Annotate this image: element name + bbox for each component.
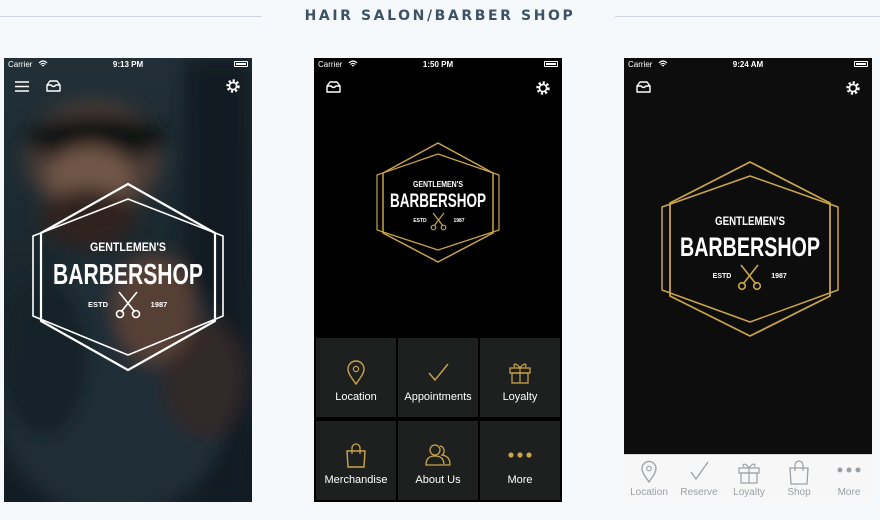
grid-item-about-us[interactable]: About Us (398, 421, 478, 500)
grid-item-label: Loyalty (502, 391, 538, 403)
scissors-icon (115, 291, 141, 319)
logo-gentlemens-text: GENTLEMEN'S (90, 240, 166, 254)
shopping-bag-icon (789, 460, 809, 485)
tab-label: Location (630, 487, 668, 498)
location-pin-icon (641, 460, 657, 484)
more-dots-icon (837, 467, 861, 473)
phone-screenshot-1: Carrier 9:13 PM GENTLEMEN'S BARBERSHOP E… (4, 58, 252, 502)
people-icon (425, 444, 451, 466)
grid-item-more[interactable]: More (480, 421, 560, 500)
title-rule-right (615, 16, 880, 17)
grid-item-merchandise[interactable]: Merchandise (316, 421, 396, 500)
barbershop-logo: GENTLEMEN'S BARBERSHOP ESTD 1987 (32, 182, 224, 372)
tab-label: Reserve (680, 487, 718, 498)
logo-year-text: 1987 (771, 273, 787, 280)
logo-estd-text: ESTD (88, 300, 109, 309)
tab-bar: Location Reserve Loyalty Shop More (624, 454, 872, 502)
logo-year-text: 1987 (453, 218, 464, 224)
gift-icon (738, 463, 760, 484)
grid-item-label: Appointments (404, 391, 472, 403)
grid-item-appointments[interactable]: Appointments (398, 338, 478, 417)
logo-gentlemens-text: GENTLEMEN'S (413, 179, 463, 189)
logo-gentlemens-text: GENTLEMEN'S (715, 214, 785, 228)
logo-estd-text: ESTD (713, 273, 732, 280)
tab-reserve[interactable]: Reserve (674, 455, 724, 502)
location-pin-icon (347, 360, 365, 386)
barbershop-logo: GENTLEMEN'S BARBERSHOP ESTD 1987 (376, 142, 500, 263)
tab-shop[interactable]: Shop (774, 455, 824, 502)
menu-grid: Location Appointments Loyalty Merchandis… (314, 336, 562, 502)
tab-label: More (837, 487, 861, 498)
shopping-bag-icon (346, 443, 366, 468)
grid-item-label: More (507, 474, 533, 486)
grid-item-loyalty[interactable]: Loyalty (480, 338, 560, 417)
phone-screenshot-2: Carrier 1:50 PM GENTLEMEN'S BARBERSHOP E… (314, 58, 562, 502)
scissors-icon (430, 212, 447, 231)
logo-barbershop-text: BARBERSHOP (680, 232, 820, 262)
grid-item-label: Location (335, 391, 377, 403)
more-dots-icon (508, 452, 532, 458)
grid-item-label: About Us (415, 474, 461, 486)
checkmark-icon (690, 461, 709, 481)
grid-item-label: Merchandise (324, 474, 388, 486)
grid-item-location[interactable]: Location (316, 338, 396, 417)
checkmark-icon (428, 363, 449, 382)
logo-barbershop-text: BARBERSHOP (53, 259, 203, 291)
tab-label: Shop (787, 487, 811, 498)
phone-screenshot-3: Carrier 9:24 AM GENTLEMEN'S BARBERSHOP E… (624, 58, 872, 502)
tab-location[interactable]: Location (624, 455, 674, 502)
tab-more[interactable]: More (824, 455, 872, 502)
scissors-icon (737, 264, 762, 291)
logo-year-text: 1987 (151, 300, 168, 309)
tab-loyalty[interactable]: Loyalty (724, 455, 774, 502)
logo-estd-text: ESTD (413, 218, 427, 224)
tab-label: Loyalty (733, 487, 765, 498)
gift-icon (509, 363, 531, 384)
barbershop-logo: GENTLEMEN'S BARBERSHOP ESTD 1987 (661, 161, 839, 337)
logo-barbershop-text: BARBERSHOP (390, 191, 486, 212)
